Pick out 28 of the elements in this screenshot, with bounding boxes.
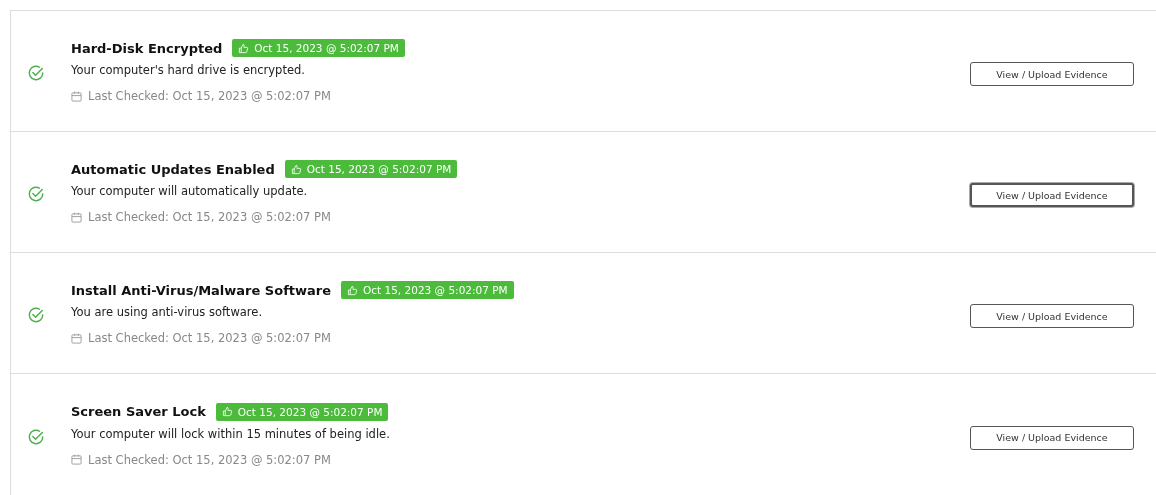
check-title: Install Anti-Virus/Malware Software [71,282,331,298]
view-upload-evidence-button[interactable]: View / Upload Evidence [970,183,1134,207]
last-checked-text: Last Checked: Oct 15, 2023 @ 5:02:07 PM [88,331,331,345]
check-description: Your computer will lock within 15 minutes of being idle. [71,426,391,441]
view-upload-evidence-button[interactable]: View / Upload Evidence [970,304,1134,328]
status-badge: Oct 15, 2023 @ 5:02:07 PM [341,281,514,299]
check-title: Automatic Updates Enabled [71,161,275,177]
check-circle-icon [27,185,45,203]
status-badge: Oct 15, 2023 @ 5:02:07 PM [215,402,389,421]
check-description: Your computer's hard drive is encrypted. [71,63,306,77]
check-circle-icon [27,64,45,82]
view-upload-evidence-button[interactable]: View / Upload Evidence [970,62,1134,86]
check-circle-icon [27,306,45,324]
check-title: Hard-Disk Encrypted [71,40,223,56]
calendar-icon [71,211,82,223]
last-checked-text: Last Checked: Oct 15, 2023 @ 5:02:07 PM [88,210,331,224]
status-badge: Oct 15, 2023 @ 5:02:07 PM [284,160,458,178]
last-checked-text: Last Checked: Oct 15, 2023 @ 5:02:07 PM [88,89,331,103]
calendar-icon [71,90,82,102]
view-upload-evidence-button[interactable]: View / Upload Evidence [970,425,1134,450]
check-description: You are using anti-virus software. [71,305,264,319]
check-title: Screen Saver Lock [71,404,206,419]
check-circle-icon [27,427,45,446]
status-badge: Oct 15, 2023 @ 5:02:07 PM [232,39,405,57]
last-checked-text: Last Checked: Oct 15, 2023 @ 5:02:07 PM [88,452,331,467]
check-description: Your computer will automatically update. [71,184,309,198]
calendar-icon [71,332,82,344]
calendar-icon [71,454,82,465]
